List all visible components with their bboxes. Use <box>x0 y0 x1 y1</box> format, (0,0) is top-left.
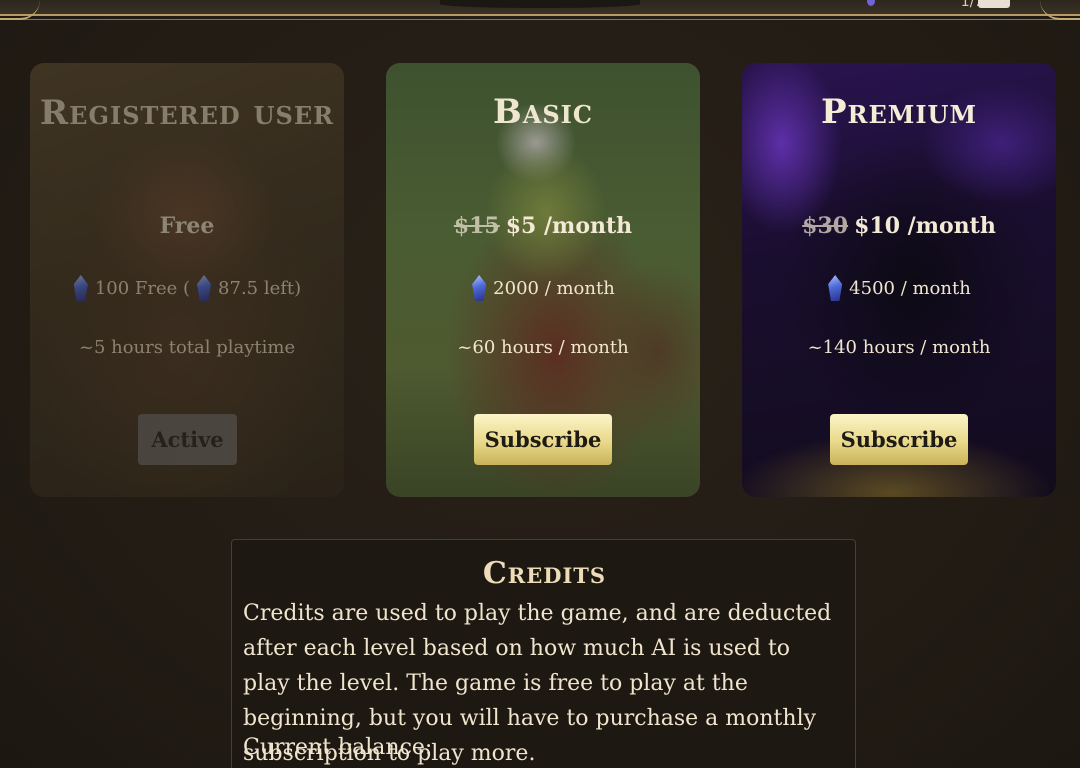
plan-card-registered-user: Registered user Free 100 Free ( 87.5 lef… <box>30 63 344 497</box>
gem-icon <box>471 273 487 303</box>
plan-title: Premium <box>820 92 978 132</box>
plan-card-premium: Premium $30 $10 /month 4500 / month ~140 … <box>742 63 1056 497</box>
plan-title: Registered user <box>39 93 335 133</box>
subscribe-premium-button[interactable]: Subscribe <box>830 414 968 465</box>
plan-price-current: $5 /month <box>505 213 633 239</box>
subscription-page: 1/7 - / Registered user Free 100 Free ( … <box>0 0 1080 768</box>
plan-credits: 4500 / month <box>742 273 1056 303</box>
plan-credits: 100 Free ( 87.5 left) <box>30 273 344 303</box>
plan-price-original: $15 <box>453 213 500 239</box>
plan-card-content: Registered user Free 100 Free ( 87.5 lef… <box>30 63 344 497</box>
plan-card-content: Basic $15 $5 /month 2000 / month ~60 hour… <box>386 63 700 497</box>
plan-credits: 2000 / month <box>386 273 700 303</box>
plan-price: $15 $5 /month <box>386 213 700 239</box>
plan-price: Free <box>30 213 344 239</box>
plan-card-content: Premium $30 $10 /month 4500 / month ~140 … <box>742 63 1056 497</box>
gem-icon <box>196 273 212 303</box>
plan-price-current: $10 /month <box>854 213 996 239</box>
top-bar-line <box>0 19 1080 20</box>
plan-credits-left: 87.5 left) <box>218 277 302 299</box>
plan-title: Basic <box>492 92 594 132</box>
credits-heading: Credits <box>482 556 607 591</box>
subscribe-basic-button[interactable]: Subscribe <box>474 414 612 465</box>
frame-corner-left <box>0 0 40 20</box>
current-balance-label: Current balance: <box>243 735 433 760</box>
plan-playtime: ~140 hours / month <box>807 337 991 358</box>
gem-icon <box>73 273 89 303</box>
plan-card-basic: Basic $15 $5 /month 2000 / month ~60 hour… <box>386 63 700 497</box>
plan-price: $30 $10 /month <box>742 213 1056 239</box>
avatar[interactable] <box>978 0 1010 8</box>
plan-price-current: Free <box>159 213 215 239</box>
top-frame: 1/7 - / <box>0 0 1080 22</box>
plan-cards: Registered user Free 100 Free ( 87.5 lef… <box>30 63 1060 497</box>
credits-info-panel: Credits Credits are used to play the gam… <box>231 539 856 768</box>
plan-playtime: ~60 hours / month <box>457 337 629 358</box>
plan-credits-total: 100 Free ( <box>94 277 191 299</box>
plan-playtime: ~5 hours total playtime <box>78 337 296 358</box>
plan-credits-amount: 2000 / month <box>493 277 615 299</box>
plan-credits-amount: 4500 / month <box>849 277 971 299</box>
frame-corner-right <box>1040 0 1080 20</box>
gem-icon <box>827 273 843 303</box>
plan-price-original: $30 <box>802 213 849 239</box>
active-button[interactable]: Active <box>138 414 237 465</box>
top-center-tab <box>440 0 640 8</box>
